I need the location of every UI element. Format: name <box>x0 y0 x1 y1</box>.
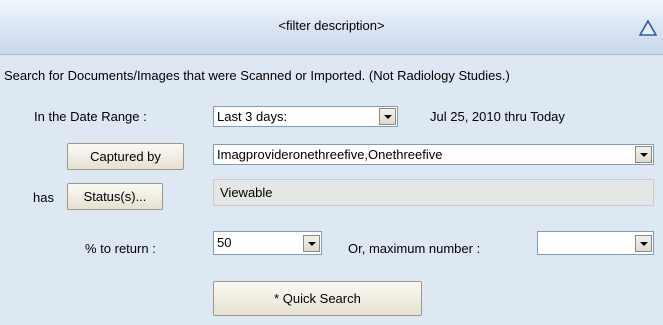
date-range-label: In the Date Range : <box>34 109 147 124</box>
triangle-up-icon[interactable] <box>639 19 657 37</box>
search-panel: Search for Documents/Images that were Sc… <box>0 55 663 325</box>
status-button[interactable]: Status(s)... <box>67 183 163 210</box>
maximum-select[interactable] <box>537 231 654 255</box>
filter-description-title: <filter description> <box>278 18 385 33</box>
captured-by-select[interactable]: Imagprovideronethreefive,Onethreefive <box>213 144 654 165</box>
status-field: Viewable <box>213 179 654 206</box>
percent-label: % to return : <box>85 241 156 256</box>
chevron-down-icon[interactable] <box>303 235 320 252</box>
date-range-text: Jul 25, 2010 thru Today <box>430 109 565 124</box>
status-value: Viewable <box>220 185 273 200</box>
date-range-select[interactable]: Last 3 days: <box>213 106 398 127</box>
maximum-label: Or, maximum number : <box>348 241 481 256</box>
filter-header: <filter description> <box>0 0 663 55</box>
chevron-down-icon[interactable] <box>379 108 396 125</box>
captured-by-value: Imagprovideronethreefive,Onethreefive <box>217 147 443 162</box>
captured-by-button[interactable]: Captured by <box>67 143 184 170</box>
chevron-down-icon[interactable] <box>635 146 652 163</box>
percent-select[interactable]: 50 <box>213 231 322 255</box>
search-description: Search for Documents/Images that were Sc… <box>4 68 510 83</box>
quick-search-button[interactable]: * Quick Search <box>213 281 422 316</box>
has-label: has <box>33 190 54 205</box>
percent-value: 50 <box>217 235 232 250</box>
date-range-value: Last 3 days: <box>217 109 288 124</box>
chevron-down-icon[interactable] <box>635 235 652 252</box>
